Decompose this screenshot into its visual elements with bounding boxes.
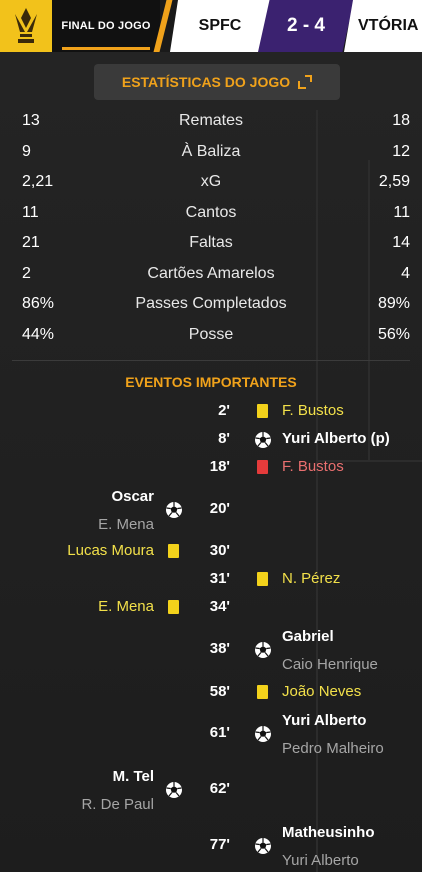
event-minute: 61': [209, 724, 230, 741]
event-minute: 34': [209, 598, 230, 615]
yellow-card-icon: [168, 600, 179, 614]
football-icon: [254, 431, 272, 454]
event-minute: 31': [209, 570, 230, 587]
event-player: F. Bustos: [282, 402, 344, 419]
yellow-card-icon: [257, 685, 268, 699]
event-minute: 20': [209, 500, 230, 517]
event-player: Yuri Alberto: [282, 712, 367, 729]
yellow-card-icon: [168, 544, 179, 558]
event-minute: 18': [209, 458, 230, 475]
event-player: João Neves: [282, 683, 362, 700]
event-player: F. Bustos: [282, 458, 344, 475]
event-minute: 62': [209, 780, 230, 797]
event-player: Matheusinho: [282, 824, 375, 841]
event-minute: 38': [209, 640, 230, 657]
football-icon: [254, 837, 272, 860]
event-assist: Yuri Alberto: [282, 852, 359, 869]
event-assist: Pedro Malheiro: [282, 740, 384, 757]
event-player: Yuri Alberto (p): [282, 430, 390, 447]
football-icon: [165, 501, 183, 524]
event-minute: 77': [209, 836, 230, 853]
football-icon: [165, 781, 183, 804]
event-player: M. Tel: [112, 768, 154, 785]
event-player: E. Mena: [98, 598, 154, 615]
red-card-icon: [257, 460, 268, 474]
events-list: 2' F. Bustos 8' Yuri Alberto (p) 18' F. Busto…: [0, 0, 422, 872]
event-minute: 58': [209, 683, 230, 700]
event-player: Gabriel: [282, 628, 334, 645]
event-minute: 8': [218, 430, 230, 447]
event-minute: 30': [209, 542, 230, 559]
event-assist: R. De Paul: [81, 796, 154, 813]
event-player: Oscar: [111, 488, 154, 505]
football-icon: [254, 641, 272, 664]
event-assist: Caio Henrique: [282, 656, 378, 673]
event-player: N. Pérez: [282, 570, 341, 587]
event-minute: 2': [218, 402, 230, 419]
yellow-card-icon: [257, 572, 268, 586]
football-icon: [254, 725, 272, 748]
event-player: Lucas Moura: [67, 542, 154, 559]
yellow-card-icon: [257, 404, 268, 418]
event-assist: E. Mena: [98, 516, 154, 533]
